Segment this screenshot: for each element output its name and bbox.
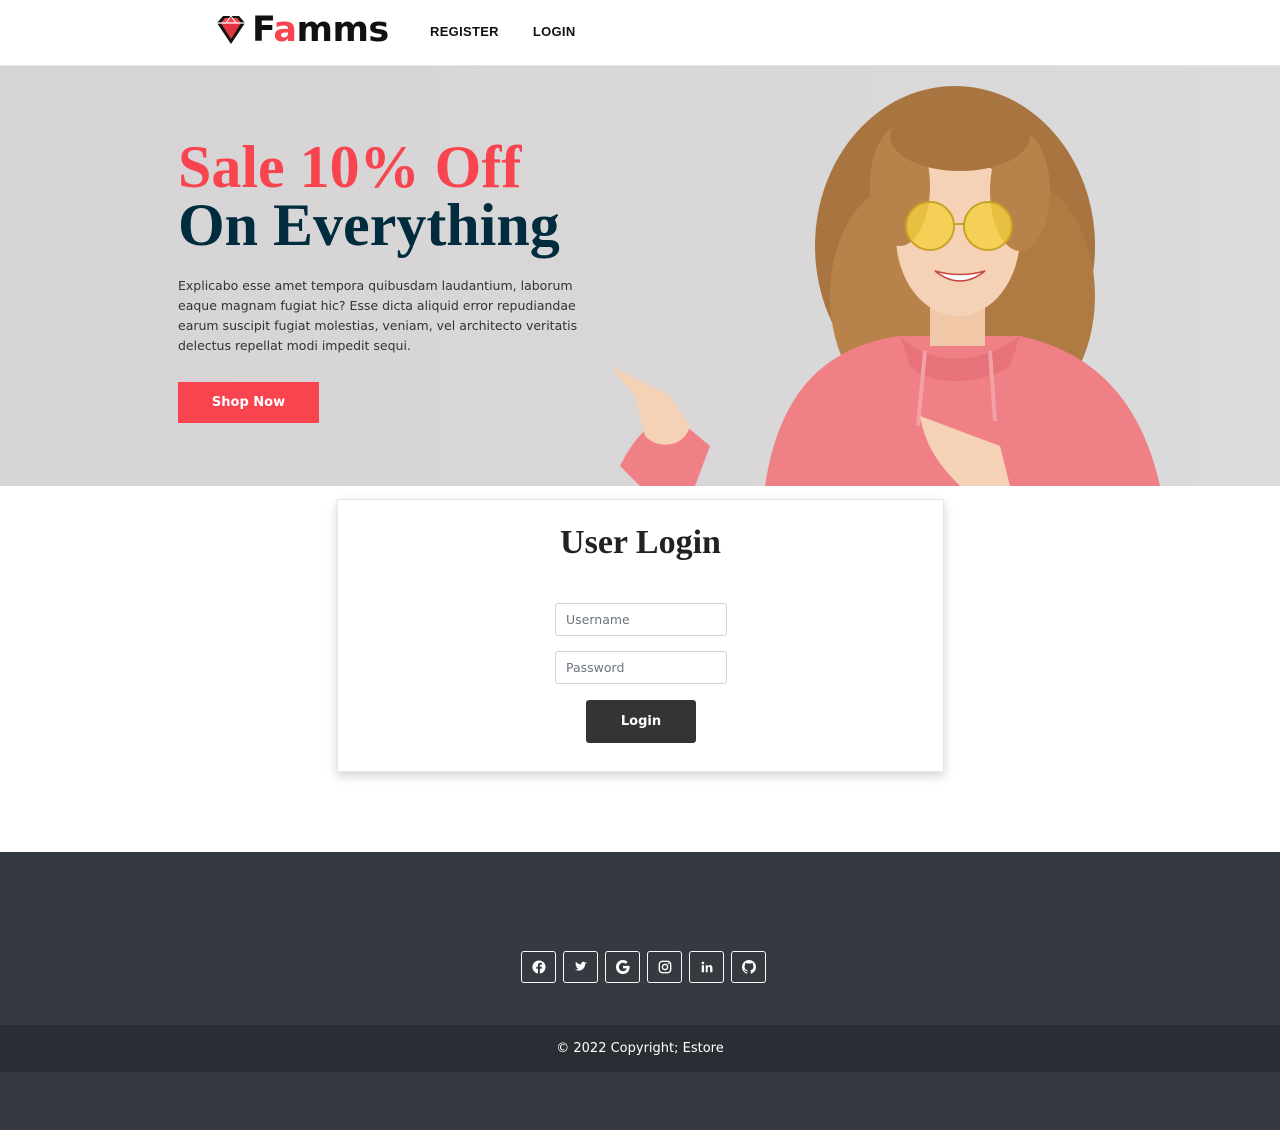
copyright-text: © 2022 Copyright; Estore xyxy=(556,1041,724,1056)
nav-login-link[interactable]: LOGIN xyxy=(533,24,576,39)
instagram-icon xyxy=(658,960,671,974)
hero-banner: Sale 10% Off On Everything Explicabo ess… xyxy=(0,66,1280,486)
facebook-icon xyxy=(531,960,546,974)
twitter-icon xyxy=(574,961,587,971)
brand-name: Famms xyxy=(252,10,389,50)
brand-logo[interactable]: Famms xyxy=(214,10,389,50)
google-icon xyxy=(615,960,630,974)
hero-title: Sale 10% Off On Everything xyxy=(178,134,560,258)
linkedin-icon xyxy=(701,961,712,973)
hero-model-image xyxy=(610,86,1160,486)
google-link[interactable] xyxy=(605,951,640,983)
shop-now-button[interactable]: Shop Now xyxy=(178,382,319,423)
password-input[interactable] xyxy=(555,651,727,684)
login-submit-button[interactable]: Login xyxy=(586,700,696,743)
main-nav: REGISTER LOGIN xyxy=(430,24,576,39)
facebook-link[interactable] xyxy=(521,951,556,983)
hero-title-line2: On Everything xyxy=(178,192,560,258)
hero-description: Explicabo esse amet tempora quibusdam la… xyxy=(178,278,578,353)
github-icon xyxy=(741,960,756,974)
diamond-logo-icon xyxy=(217,15,245,44)
linkedin-link[interactable] xyxy=(689,951,724,983)
copyright-bar: © 2022 Copyright; Estore xyxy=(0,1025,1280,1072)
github-link[interactable] xyxy=(731,951,766,983)
site-header: Famms REGISTER LOGIN xyxy=(0,0,1280,66)
username-input[interactable] xyxy=(555,603,727,636)
twitter-link[interactable] xyxy=(563,951,598,983)
nav-register-link[interactable]: REGISTER xyxy=(430,24,499,39)
main-content: User Login Login xyxy=(0,486,1280,852)
site-footer xyxy=(0,852,1280,1025)
login-title: User Login xyxy=(560,524,721,561)
login-card: User Login Login xyxy=(337,499,944,772)
instagram-link[interactable] xyxy=(647,951,682,983)
social-links xyxy=(521,951,766,983)
hero-title-line1: Sale 10% Off xyxy=(178,134,522,200)
